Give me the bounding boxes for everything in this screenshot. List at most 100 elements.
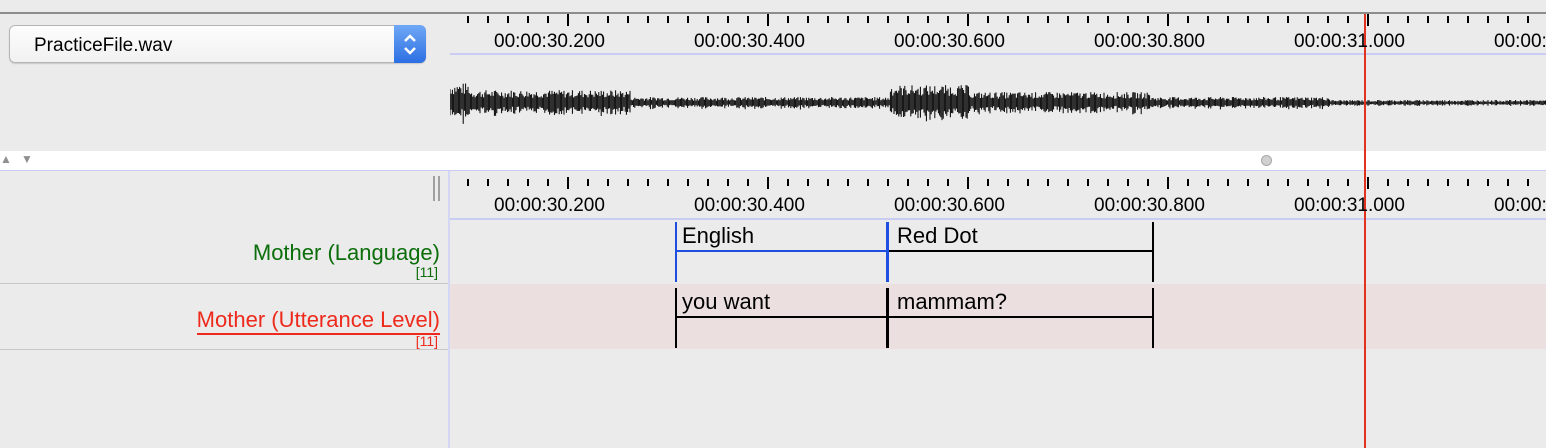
annotation-ruler-tick [1327, 179, 1329, 186]
waveform-ruler-tick [887, 16, 889, 23]
annotation-ruler-tick [1087, 179, 1089, 186]
waveform-ruler-tick-label: 00:00:31.200 [1494, 31, 1546, 52]
waveform-ruler-tick [1507, 16, 1509, 23]
segment-line [675, 250, 888, 252]
waveform-ruler-tick [1147, 16, 1149, 23]
tier-divider [0, 349, 450, 350]
waveform-ruler-tick-label: 00:00:30.600 [894, 31, 1005, 52]
waveform-ruler-tick [1067, 16, 1069, 23]
annotation-ruler-tick [1387, 179, 1389, 186]
annotation-ruler-tick [1527, 179, 1529, 186]
waveform-ruler-tick [727, 16, 729, 23]
chevron-up-down-icon [404, 34, 416, 55]
segment-boundary [1152, 222, 1154, 282]
panel-separator[interactable] [0, 151, 1546, 171]
annotation-ruler-tick [1487, 179, 1489, 186]
waveform-ruler-tick [787, 16, 789, 23]
waveform-ruler-tick [907, 16, 909, 23]
annotation-ruler-tick [727, 179, 729, 186]
waveform-ruler-tick [567, 14, 569, 26]
waveform-ruler-tick [987, 16, 989, 23]
waveform-ruler-tick [1407, 16, 1409, 23]
waveform-ruler-tick [1227, 16, 1229, 23]
waveform-ruler-tick [1387, 16, 1389, 23]
annotation-ruler-tick [1347, 179, 1349, 186]
waveform-ruler-tick [867, 16, 869, 23]
annotation-ruler-tick [787, 179, 789, 186]
annotation-ruler-tick [567, 177, 569, 189]
waveform-ruler-tick [1107, 16, 1109, 23]
tier-count-mother-language: [11] [415, 264, 438, 280]
waveform-ruler-tick [1527, 16, 1529, 23]
annotation-text: Red Dot [897, 223, 978, 248]
annotation-ruler-tick-label: 00:00:31.000 [1294, 195, 1405, 216]
annotation-ruler-tick [1507, 179, 1509, 186]
selector-stepper[interactable] [394, 25, 426, 63]
annotation-ruler-tick [827, 179, 829, 186]
ruler-baseline [450, 53, 1546, 55]
waveform-ruler-tick [647, 16, 649, 23]
annotation-ruler-tick [1027, 179, 1029, 186]
waveform-ruler-tick-label: 00:00:31.000 [1294, 31, 1405, 52]
zoom-down-arrow-icon[interactable]: ▼ [21, 152, 33, 166]
splitter-handle[interactable] [1261, 155, 1272, 166]
waveform-ruler-tick [1087, 16, 1089, 23]
waveform-ruler-tick [1007, 16, 1009, 23]
waveform-ruler-tick [767, 14, 769, 26]
annotation-ruler-tick-label: 00:00:31.200 [1494, 195, 1546, 216]
annotation-ruler-tick [1407, 179, 1409, 186]
annotation-ruler-tick [627, 179, 629, 186]
waveform-ruler-tick [747, 16, 749, 23]
waveform-ruler-tick [1287, 16, 1289, 23]
annotation-ruler-tick [647, 179, 649, 186]
annotation-ruler-tick [807, 179, 809, 186]
annotation-ruler-tick [1427, 179, 1429, 186]
annotation-ruler-tick [867, 179, 869, 186]
waveform-ruler-tick [487, 16, 489, 23]
waveform-ruler-tick [667, 16, 669, 23]
waveform[interactable] [450, 70, 1546, 140]
zoom-up-arrow-icon[interactable]: ▲ [0, 152, 12, 166]
annotation-ruler-tick [1467, 179, 1469, 186]
waveform-ruler-tick [967, 14, 969, 26]
annotation-text: you want [682, 289, 771, 314]
annotation-ruler-tick [1307, 179, 1309, 186]
tier-count-mother-utterance: [11] [415, 333, 438, 349]
annotation-ruler-tick [947, 179, 949, 186]
annotation-ruler-baseline [450, 218, 1546, 220]
waveform-ruler-tick [467, 16, 469, 23]
annotation-ruler-tick [927, 179, 929, 186]
waveform-ruler-tick [947, 16, 949, 23]
label-resize-handle-2[interactable] [438, 176, 440, 201]
annotation-ruler-tick [907, 179, 909, 186]
annotation-ruler-tick [487, 179, 489, 186]
annotation-ruler-tick [507, 179, 509, 186]
annotation-ruler-tick [1447, 179, 1449, 186]
annotation-ruler-tick-label: 00:00:30.200 [494, 195, 605, 216]
annotation-ruler-tick [667, 179, 669, 186]
waveform-ruler-tick [1187, 16, 1189, 23]
label-resize-handle[interactable] [433, 176, 435, 201]
media-file-selector[interactable]: PracticeFile.wav [9, 25, 426, 63]
playhead-cursor[interactable] [1364, 14, 1366, 448]
waveform-ruler-tick [807, 16, 809, 23]
waveform-ruler-tick [1447, 16, 1449, 23]
media-file-name: PracticeFile.wav [34, 35, 173, 56]
annotation-text: mammam? [897, 289, 1008, 314]
waveform-ruler-tick [1027, 16, 1029, 23]
tier-label-mother-language[interactable]: Mother (Language) [253, 240, 440, 266]
annotation-english[interactable]: English [675, 222, 889, 282]
annotation-ruler-tick [1147, 179, 1149, 186]
annotation-mammam[interactable]: mammam? [889, 288, 1154, 348]
annotation-you-want[interactable]: you want [675, 288, 889, 348]
segment-boundary [1152, 288, 1154, 348]
waveform-ruler-tick-label: 00:00:30.400 [694, 31, 805, 52]
tier-label-mother-utterance[interactable]: Mother (Utterance Level) [196, 307, 440, 335]
annotation-red-dot[interactable]: Red Dot [889, 222, 1154, 282]
waveform-ruler-tick [687, 16, 689, 23]
annotation-ruler-tick [847, 179, 849, 186]
annotation-ruler-tick [1107, 179, 1109, 186]
annotation-ruler-tick-label: 00:00:30.800 [1094, 195, 1205, 216]
waveform-ruler-tick [1467, 16, 1469, 23]
waveform-trace [450, 83, 1546, 124]
